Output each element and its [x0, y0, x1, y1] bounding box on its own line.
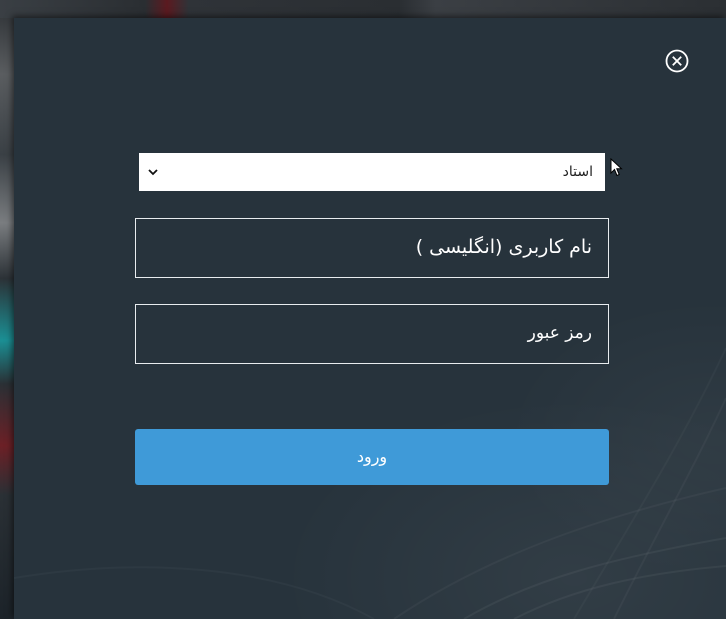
login-dialog: استاد نام کاربری (انگلیسی ) رمز عبور ورو… [14, 18, 726, 619]
login-button-label: ورود [356, 447, 388, 466]
close-button[interactable] [665, 49, 689, 73]
username-placeholder: نام کاربری (انگلیسی ) [415, 236, 592, 258]
background-page-top-strip [0, 0, 726, 18]
screen: استاد نام کاربری (انگلیسی ) رمز عبور ورو… [0, 0, 726, 619]
role-select[interactable]: استاد [139, 153, 605, 191]
password-field[interactable]: رمز عبور [135, 304, 609, 364]
chevron-down-icon [148, 169, 158, 176]
circle-x-icon [665, 49, 689, 73]
role-select-value: استاد [562, 164, 593, 180]
password-placeholder: رمز عبور [527, 323, 592, 343]
login-button[interactable]: ورود [135, 429, 609, 485]
mouse-pointer-icon [610, 158, 623, 177]
background-page-left-strip [0, 0, 14, 619]
username-field[interactable]: نام کاربری (انگلیسی ) [135, 218, 609, 278]
